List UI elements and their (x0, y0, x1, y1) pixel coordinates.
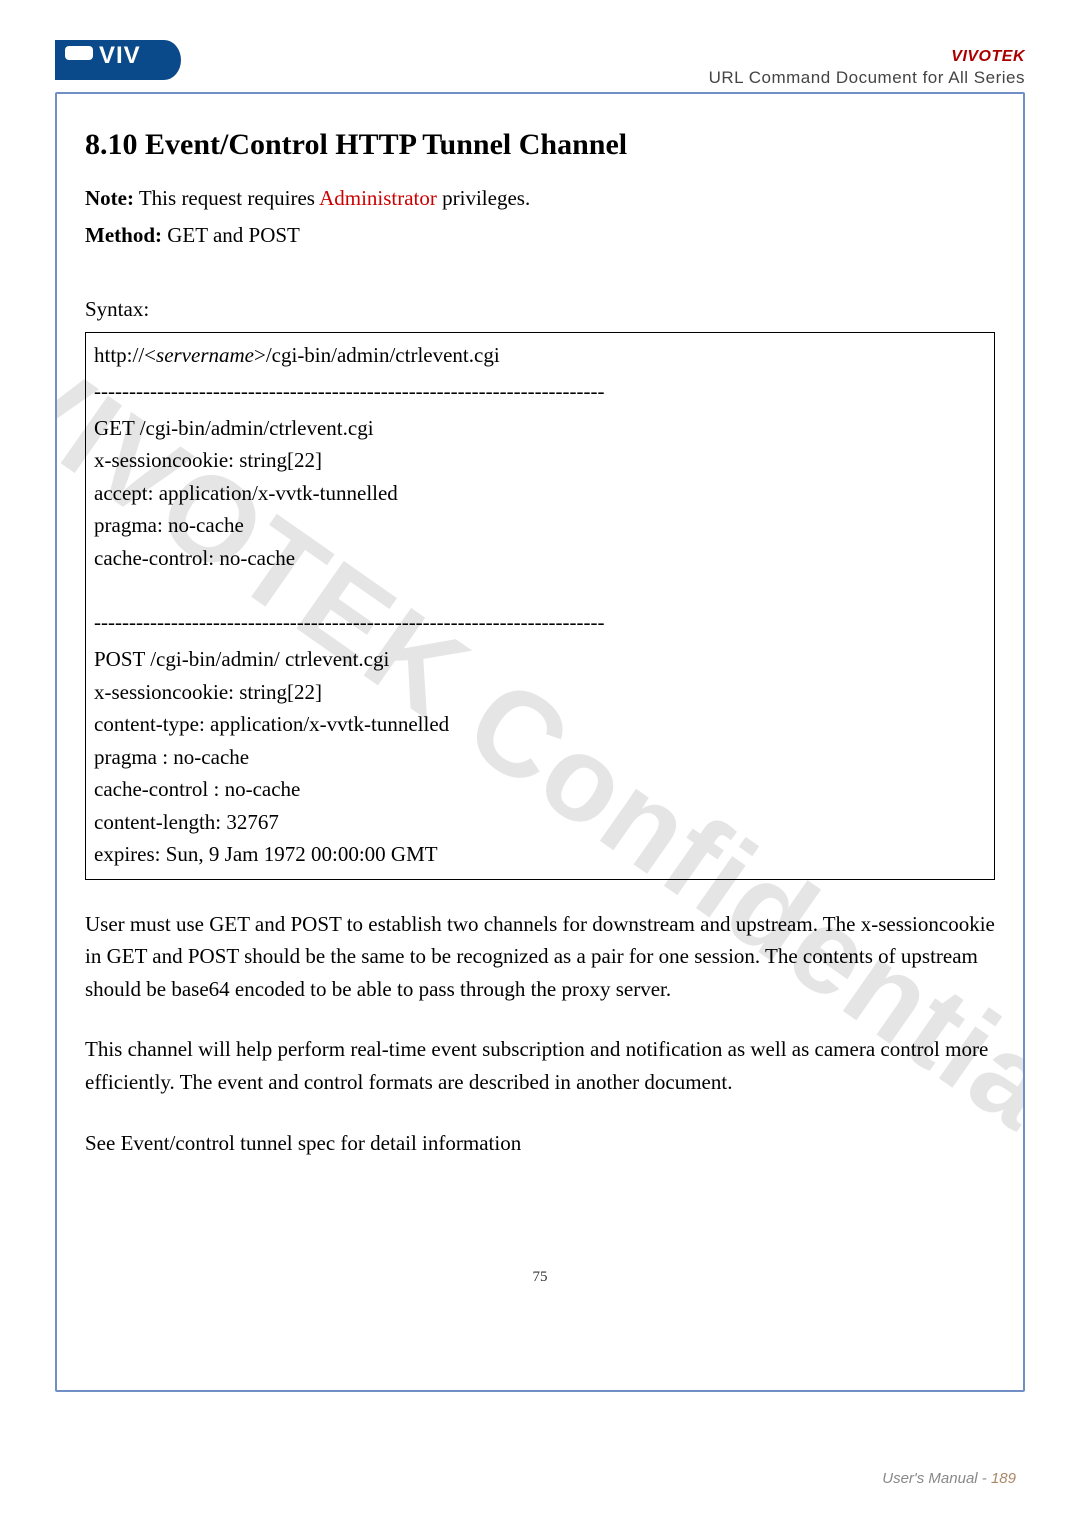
get-line-4: cache-control: no-cache (94, 542, 986, 575)
camera-icon (65, 46, 93, 60)
syntax-block: http://<servername>/cgi-bin/admin/ctrlev… (85, 332, 995, 880)
main-content-box: VIVOTEK Confidential 8.10 Event/Control … (55, 92, 1025, 1392)
url-server: servername (156, 343, 254, 367)
paragraph-2: This channel will help perform real-time… (85, 1033, 995, 1098)
syntax-url: http://<servername>/cgi-bin/admin/ctrlev… (94, 339, 986, 372)
syntax-label: Syntax: (85, 293, 995, 326)
note-line: Note: This request requires Administrato… (85, 182, 995, 251)
separator-2: ----------------------------------------… (94, 606, 986, 639)
post-line-3: pragma : no-cache (94, 741, 986, 774)
url-prefix: http://< (94, 343, 156, 367)
footer-label: User's Manual - (882, 1470, 991, 1487)
get-line-3: pragma: no-cache (94, 509, 986, 542)
method-value: GET and POST (162, 223, 300, 247)
footer-page: User's Manual - 189 (882, 1470, 1016, 1487)
page-root: VIV VIVOTEK URL Command Document for All… (0, 0, 1080, 1527)
doc-title: URL Command Document for All Series (709, 68, 1025, 88)
logo-bg: VIV (55, 40, 181, 80)
separator-1: ----------------------------------------… (94, 375, 986, 408)
footer-page-number: 189 (991, 1470, 1016, 1487)
post-line-1: x-sessioncookie: string[22] (94, 676, 986, 709)
section-heading: 8.10 Event/Control HTTP Tunnel Channel (85, 128, 995, 162)
post-line-5: content-length: 32767 (94, 806, 986, 839)
note-privilege: Administrator (319, 186, 437, 210)
get-line-0: GET /cgi-bin/admin/ctrlevent.cgi (94, 412, 986, 445)
method-label: Method: (85, 223, 162, 247)
note-label: Note: (85, 186, 134, 210)
spacer (94, 574, 986, 602)
get-line-1: x-sessioncookie: string[22] (94, 444, 986, 477)
header-row: VIV VIVOTEK URL Command Document for All… (55, 40, 1025, 88)
header-text: VIVOTEK URL Command Document for All Ser… (709, 48, 1025, 88)
brand-logo: VIV (55, 40, 185, 88)
paragraph-1: User must use GET and POST to establish … (85, 908, 995, 1006)
note-pre: This request requires (134, 186, 319, 210)
post-line-2: content-type: application/x-vvtk-tunnell… (94, 708, 986, 741)
note-post: privileges. (437, 186, 530, 210)
brand-title: VIVOTEK (709, 48, 1025, 66)
inner-page-number: 75 (85, 1269, 995, 1286)
url-suffix: >/cgi-bin/admin/ctrlevent.cgi (254, 343, 500, 367)
post-line-0: POST /cgi-bin/admin/ ctrlevent.cgi (94, 643, 986, 676)
paragraph-3: See Event/control tunnel spec for detail… (85, 1127, 995, 1160)
post-line-4: cache-control : no-cache (94, 773, 986, 806)
logo-text: VIV (99, 42, 141, 70)
get-line-2: accept: application/x-vvtk-tunnelled (94, 477, 986, 510)
post-line-6: expires: Sun, 9 Jam 1972 00:00:00 GMT (94, 838, 986, 871)
